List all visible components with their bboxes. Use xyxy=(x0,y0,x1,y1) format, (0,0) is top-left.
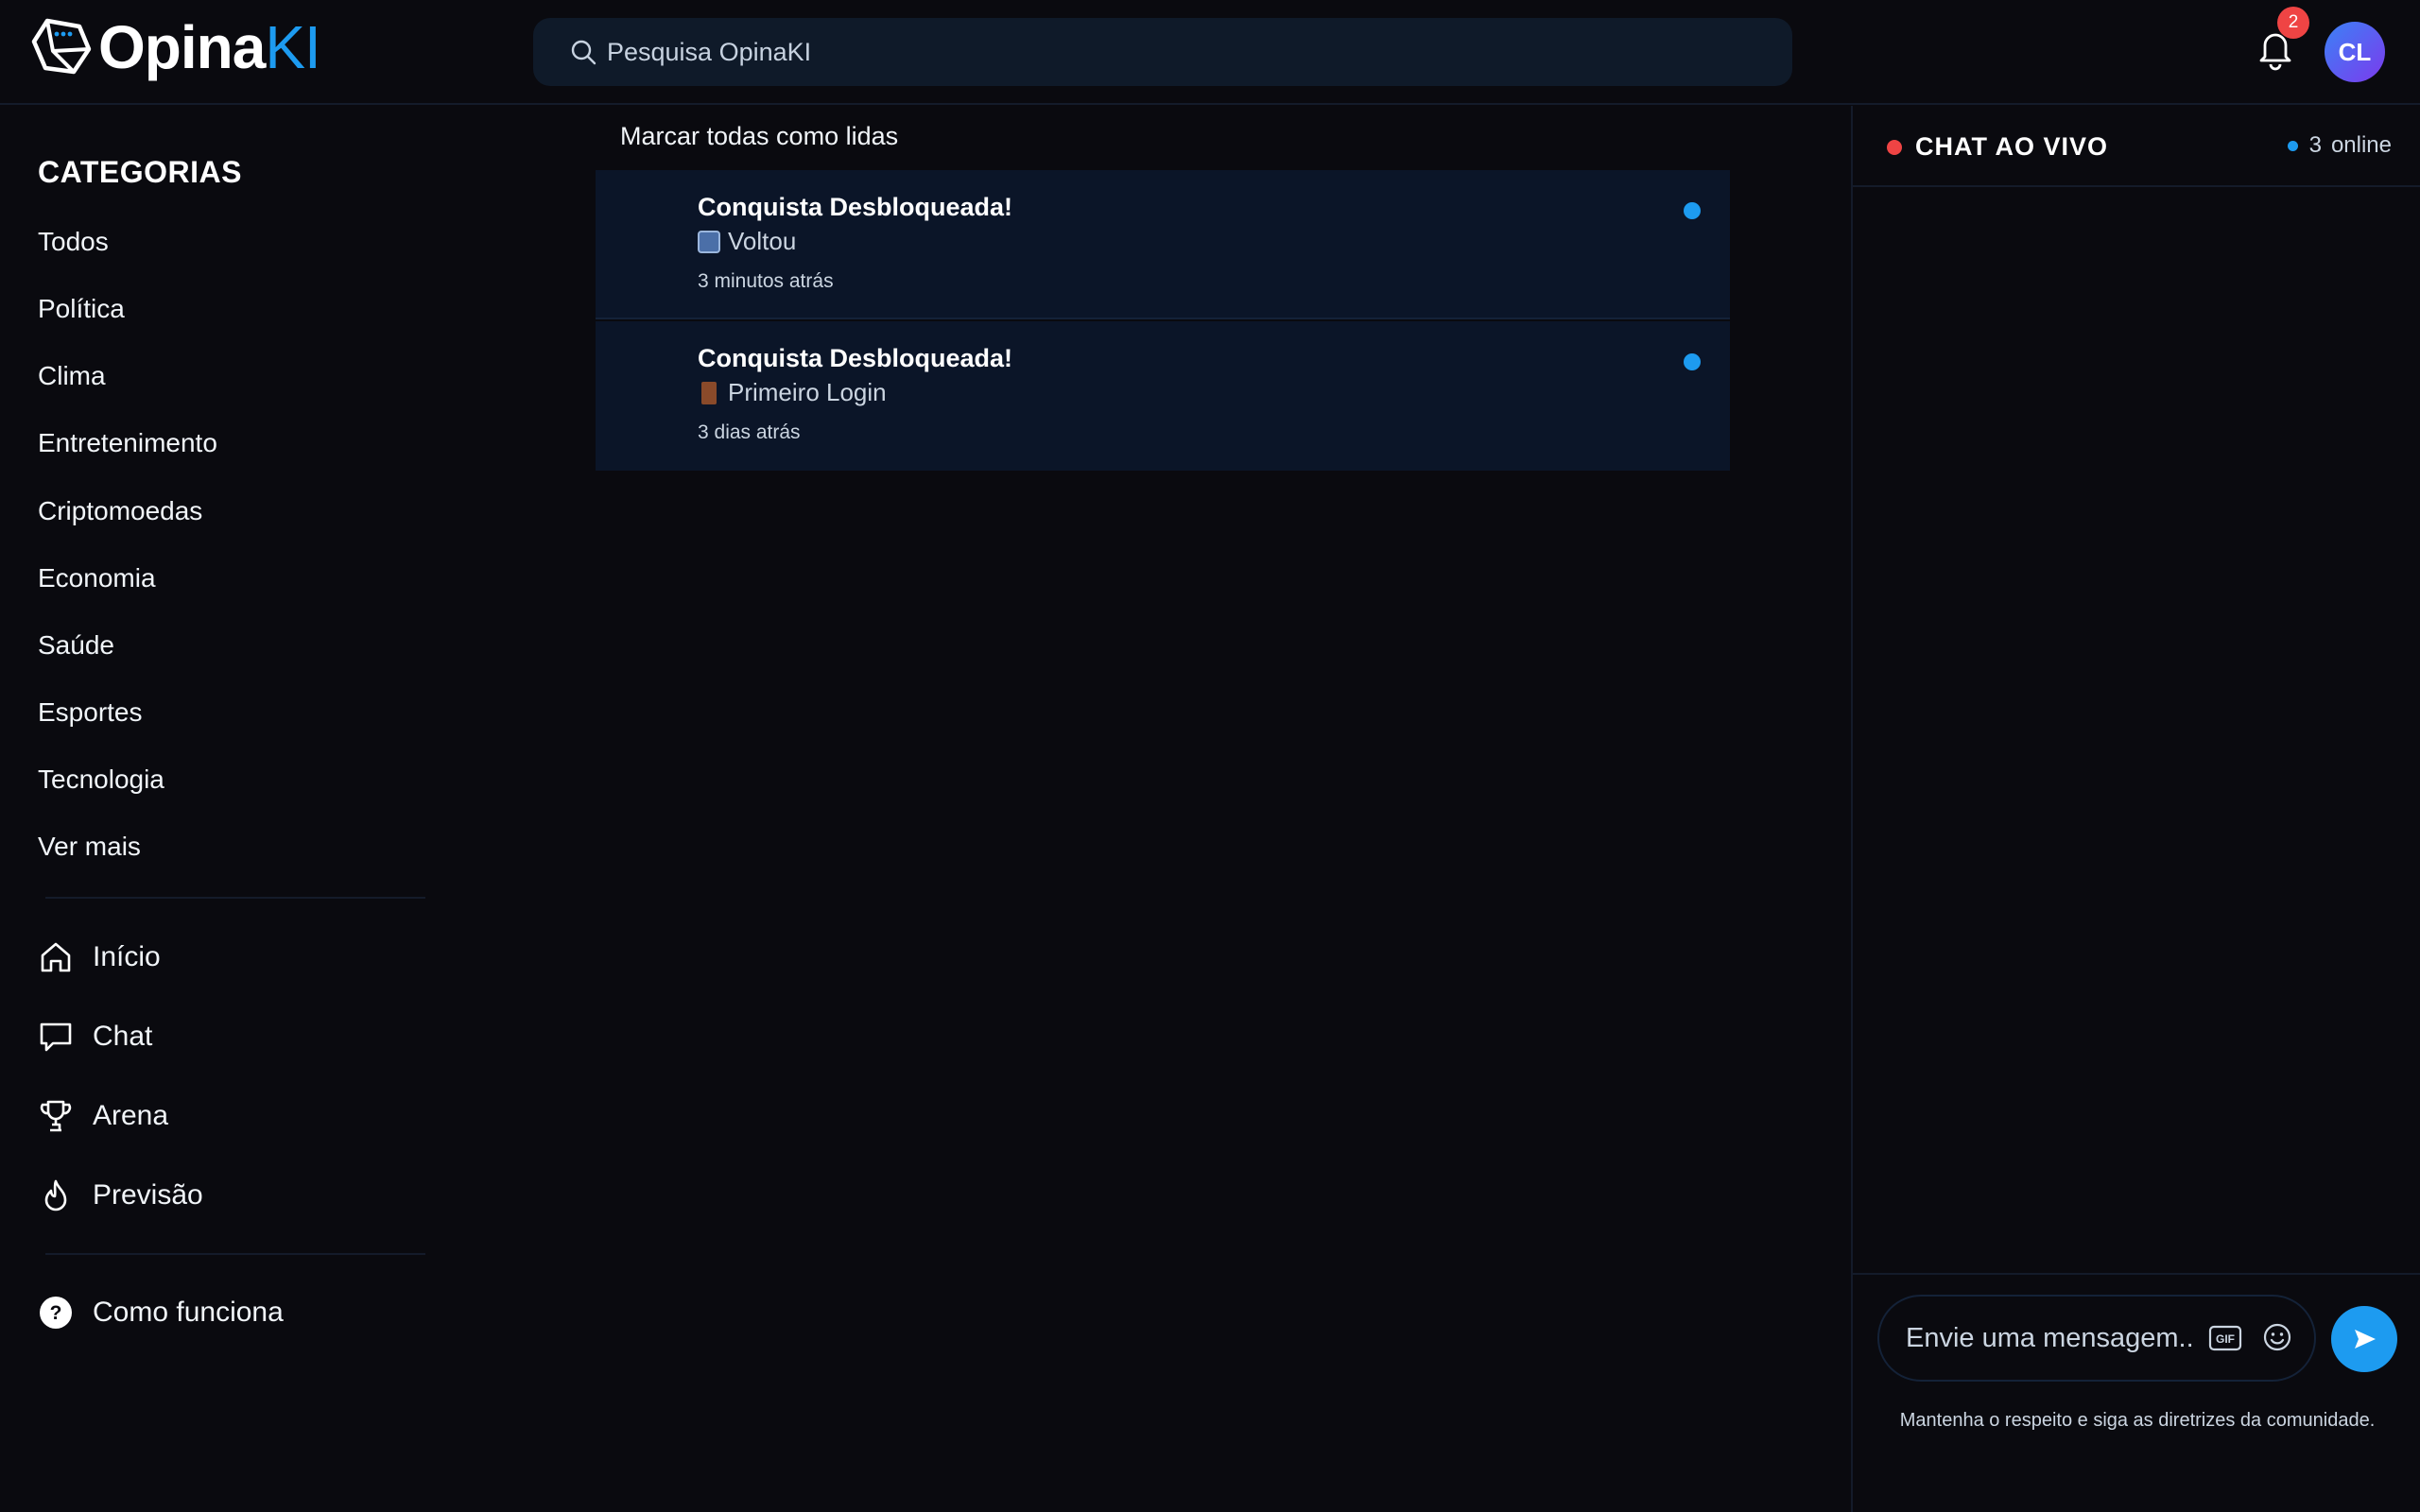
sidebar-divider xyxy=(45,1253,425,1255)
chat-footer-divider xyxy=(1853,1273,2420,1275)
nav-item-inicio[interactable]: Início xyxy=(38,934,161,981)
send-button[interactable] xyxy=(2331,1306,2397,1372)
nav-label: Previsão xyxy=(93,1179,203,1211)
online-count: 3 xyxy=(2308,132,2322,158)
gif-icon[interactable]: GIF xyxy=(2208,1323,2242,1353)
notification-body-text: Primeiro Login xyxy=(728,378,887,406)
search-bar[interactable] xyxy=(533,18,1792,86)
logo-icon xyxy=(31,18,92,75)
notification-time: 3 minutos atrás xyxy=(698,270,834,292)
notification-body: Primeiro Login xyxy=(698,378,887,407)
category-ver-mais[interactable]: Ver mais xyxy=(38,832,141,862)
user-avatar[interactable]: CL xyxy=(2325,22,2385,82)
nav-label: Como funciona xyxy=(93,1297,284,1328)
notification-item[interactable]: Conquista Desbloqueada! Primeiro Login 3… xyxy=(596,321,1730,471)
svg-text:GIF: GIF xyxy=(2216,1332,2235,1346)
mark-all-read-button[interactable]: Marcar todas como lidas xyxy=(620,122,898,151)
search-icon xyxy=(571,40,596,65)
search-input[interactable] xyxy=(607,37,1741,67)
notification-title: Conquista Desbloqueada! xyxy=(698,344,1013,372)
nav-label: Chat xyxy=(93,1021,153,1052)
door-emoji-icon xyxy=(701,381,717,404)
category-todos[interactable]: Todos xyxy=(38,227,109,257)
notification-body: Voltou xyxy=(698,227,796,256)
notification-title: Conquista Desbloqueada! xyxy=(698,193,1013,221)
nav-label: Início xyxy=(93,941,161,972)
notification-item[interactable]: Conquista Desbloqueada! Voltou 3 minutos… xyxy=(596,170,1730,319)
sidebar-divider xyxy=(45,897,425,899)
chat-message-input[interactable] xyxy=(1906,1322,2194,1354)
category-tecnologia[interactable]: Tecnologia xyxy=(38,765,164,795)
category-politica[interactable]: Política xyxy=(38,294,125,324)
chat-header: CHAT AO VIVO 3 online xyxy=(1853,106,2420,187)
category-criptomoedas[interactable]: Criptomoedas xyxy=(38,496,202,526)
top-header: OpinaKI 2 CL xyxy=(0,0,2420,105)
notification-time: 3 dias atrás xyxy=(698,421,801,443)
app-root: OpinaKI 2 CL CATEGORIAS Todos Política C… xyxy=(0,0,2420,1512)
unread-indicator xyxy=(1684,202,1701,219)
return-emoji-icon xyxy=(698,230,720,253)
trophy-icon xyxy=(40,1100,72,1132)
nav-item-como-funciona[interactable]: ? Como funciona xyxy=(38,1289,284,1336)
online-status: 3 online xyxy=(2287,132,2392,159)
online-label: online xyxy=(2330,132,2392,158)
nav-item-arena[interactable]: Arena xyxy=(38,1092,168,1140)
notification-count-badge: 2 xyxy=(2277,7,2309,39)
category-saude[interactable]: Saúde xyxy=(38,630,114,661)
online-dot-icon xyxy=(2287,140,2298,151)
chat-title: CHAT AO VIVO xyxy=(1915,132,2109,161)
category-entretenimento[interactable]: Entretenimento xyxy=(38,428,217,458)
logo[interactable]: OpinaKI xyxy=(28,13,321,81)
svg-text:?: ? xyxy=(50,1302,62,1324)
chat-guidelines-note: Mantenha o respeito e siga as diretrizes… xyxy=(1899,1410,2376,1431)
live-indicator-icon xyxy=(1887,140,1902,155)
home-icon xyxy=(41,942,71,972)
flame-icon xyxy=(44,1179,67,1211)
nav-label: Arena xyxy=(93,1100,169,1131)
emoji-icon[interactable] xyxy=(2261,1321,2293,1353)
notification-body-text: Voltou xyxy=(728,227,797,255)
sidebar: CATEGORIAS Todos Política Clima Entreten… xyxy=(0,106,454,1512)
unread-indicator xyxy=(1684,353,1701,370)
category-esportes[interactable]: Esportes xyxy=(38,697,143,728)
nav-item-previsao[interactable]: Previsão xyxy=(38,1172,203,1219)
logo-wordmark: OpinaKI xyxy=(98,13,321,81)
categories-heading: CATEGORIAS xyxy=(38,155,242,189)
category-economia[interactable]: Economia xyxy=(38,563,156,593)
category-clima[interactable]: Clima xyxy=(38,361,106,391)
chat-message-box[interactable]: GIF xyxy=(1877,1295,2316,1382)
live-chat-panel: CHAT AO VIVO 3 online GIF xyxy=(1851,106,2420,1512)
nav-item-chat[interactable]: Chat xyxy=(38,1013,152,1060)
chat-bubble-icon xyxy=(40,1022,72,1052)
question-circle-icon: ? xyxy=(40,1297,72,1329)
send-icon xyxy=(2355,1330,2376,1349)
